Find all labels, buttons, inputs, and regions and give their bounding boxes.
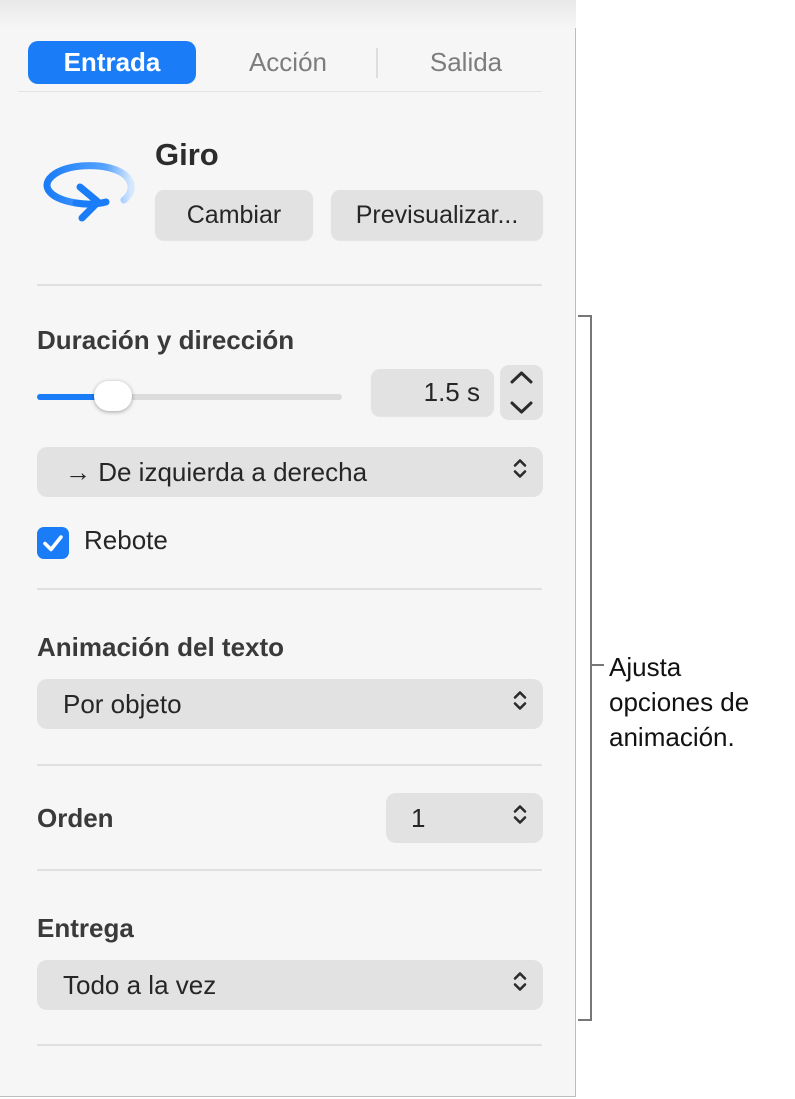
bounce-label: Rebote [84, 525, 168, 555]
order-value: 1 [411, 803, 426, 833]
callout-line: animación. [609, 722, 735, 752]
order-label: Orden [37, 803, 114, 833]
callout-text: Ajusta opciones de animación. [609, 650, 789, 755]
spin-arrow-icon [36, 158, 136, 228]
divider [37, 764, 542, 766]
direction-popup[interactable]: → De izquierda a derecha [37, 447, 543, 497]
stepper-arrows-icon [510, 371, 533, 414]
duration-stepper[interactable] [500, 365, 543, 420]
duration-direction-label: Duración y dirección [37, 325, 295, 355]
tab-salida[interactable]: Salida [390, 41, 542, 84]
tab-entrada[interactable]: Entrada [28, 41, 196, 84]
callout-bracket [578, 315, 592, 1021]
duration-field[interactable]: 1.5 s [371, 369, 494, 416]
checkmark-icon [43, 535, 63, 552]
divider [37, 869, 542, 871]
delivery-value: Todo a la vez [63, 970, 217, 1000]
text-animation-value: Por objeto [63, 689, 182, 719]
direction-value: → De izquierda a derecha [65, 457, 368, 487]
bounce-checkbox[interactable] [37, 527, 69, 559]
updown-chevron-icon [512, 457, 528, 488]
panel-top-fade [0, 0, 576, 28]
preview-button[interactable]: Previsualizar... [331, 190, 543, 240]
order-popup[interactable]: 1 [386, 793, 543, 843]
text-animation-popup[interactable]: Por objeto [37, 679, 543, 729]
text-animation-label: Animación del texto [37, 632, 285, 662]
effect-title: Giro [155, 137, 219, 172]
change-button[interactable]: Cambiar [155, 190, 313, 240]
updown-chevron-icon [512, 803, 528, 834]
tab-separator [376, 48, 378, 78]
duration-slider-knob[interactable] [94, 381, 133, 411]
duration-slider[interactable] [37, 394, 342, 400]
callout-leader-line [592, 664, 604, 666]
delivery-label: Entrega [37, 913, 134, 943]
animate-inspector-panel: Entrada Acción Salida Giro Cambiar Previ… [0, 0, 576, 1097]
divider [37, 284, 542, 286]
delivery-popup[interactable]: Todo a la vez [37, 960, 543, 1010]
tabs-divider [18, 91, 542, 92]
callout-line: opciones de [609, 687, 750, 717]
updown-chevron-icon [512, 689, 528, 720]
divider [37, 1044, 542, 1046]
divider [37, 588, 542, 590]
callout-line: Ajusta [609, 652, 682, 682]
tab-accion[interactable]: Acción [210, 41, 366, 84]
updown-chevron-icon [512, 970, 528, 1001]
